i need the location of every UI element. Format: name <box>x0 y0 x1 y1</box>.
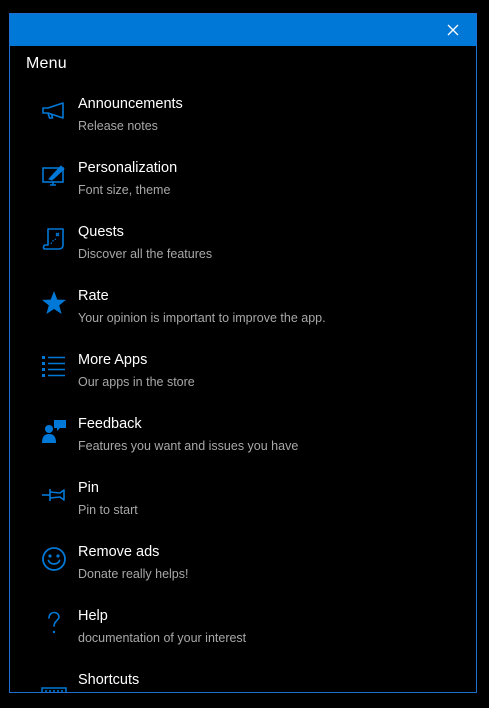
menu-item-quests[interactable]: Quests Discover all the features <box>10 218 476 282</box>
megaphone-icon <box>39 96 69 126</box>
personalize-icon <box>39 160 69 190</box>
menu-item-description: Your opinion is important to improve the… <box>78 311 326 325</box>
menu-item-description: Donate really helps! <box>78 567 189 581</box>
question-icon <box>39 608 69 638</box>
menu-item-remove-ads[interactable]: Remove ads Donate really helps! <box>10 538 476 602</box>
menu-item-description: documentation of your interest <box>78 631 247 645</box>
feedback-icon <box>39 416 69 446</box>
menu-item-personalization[interactable]: Personalization Font size, theme <box>10 154 476 218</box>
menu-item-pin[interactable]: Pin Pin to start <box>10 474 476 538</box>
menu-item-label: Pin <box>78 480 99 496</box>
menu-item-label: Quests <box>78 224 124 240</box>
close-icon <box>447 24 459 36</box>
menu-item-description: Discover all the features <box>78 247 213 261</box>
menu-item-announcements[interactable]: Announcements Release notes <box>10 90 476 154</box>
menu-item-label: Rate <box>78 288 109 304</box>
menu-item-label: Announcements <box>78 96 183 112</box>
menu-item-label: Help <box>78 608 108 624</box>
menu-item-description: Font size, theme <box>78 183 171 197</box>
smiley-icon <box>39 544 69 574</box>
menu-item-help[interactable]: Help documentation of your interest <box>10 602 476 666</box>
star-icon <box>39 288 69 318</box>
keyboard-icon <box>39 672 69 692</box>
menu-item-more-apps[interactable]: More Apps Our apps in the store <box>10 346 476 410</box>
menu-window: Menu Announcements Release notes Persona… <box>9 13 477 693</box>
menu-item-rate[interactable]: Rate Your opinion is important to improv… <box>10 282 476 346</box>
list-icon <box>39 352 69 382</box>
menu-item-description: Features you want and issues you have <box>78 439 299 453</box>
menu-item-label: More Apps <box>78 352 148 368</box>
map-icon <box>39 224 69 254</box>
menu-item-description: Release notes <box>78 119 158 133</box>
menu-item-shortcuts[interactable]: Shortcuts <box>10 666 476 692</box>
menu-item-label: Feedback <box>78 416 142 432</box>
title-bar <box>10 14 476 46</box>
menu-title: Menu <box>26 55 67 72</box>
close-button[interactable] <box>430 14 476 46</box>
menu-list: Announcements Release notes Personalizat… <box>10 90 476 692</box>
menu-item-label: Remove ads <box>78 544 160 560</box>
menu-item-description: Our apps in the store <box>78 375 195 389</box>
pin-icon <box>39 480 69 510</box>
menu-item-label: Personalization <box>78 160 178 176</box>
menu-item-label: Shortcuts <box>78 672 140 688</box>
menu-item-feedback[interactable]: Feedback Features you want and issues yo… <box>10 410 476 474</box>
menu-item-description: Pin to start <box>78 503 138 517</box>
